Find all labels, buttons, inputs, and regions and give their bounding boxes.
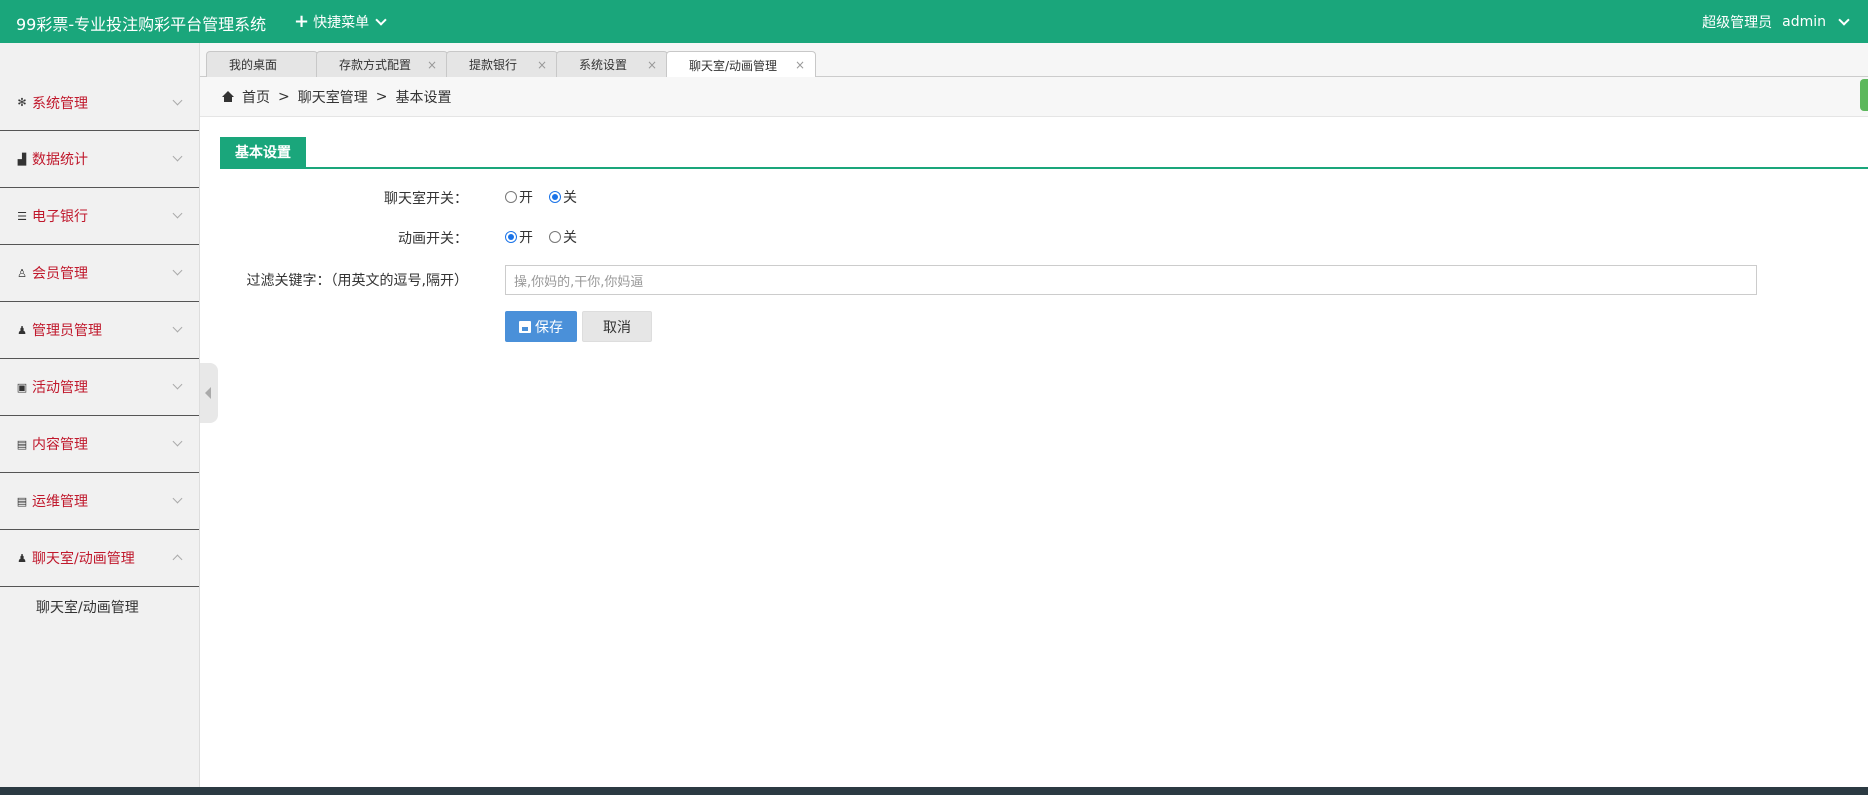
filter-keywords-input[interactable]	[505, 265, 1757, 295]
quick-menu-button[interactable]: + 快捷菜单	[294, 11, 387, 32]
radio-unchecked-icon	[505, 191, 517, 203]
close-icon[interactable]: ×	[427, 58, 437, 72]
quick-menu-label: 快捷菜单	[313, 15, 370, 31]
sidebar-item-label: 内容管理	[32, 437, 88, 453]
chevron-down-icon	[1838, 14, 1850, 26]
section-header: 基本设置	[220, 137, 1868, 169]
tab-chatroom[interactable]: 聊天室/动画管理 ×	[666, 51, 816, 78]
close-icon[interactable]: ×	[795, 58, 805, 72]
breadcrumb-separator: >	[375, 88, 388, 105]
sidebar-item-label: 数据统计	[32, 152, 88, 168]
sidebar-item-label: 电子银行	[32, 209, 88, 225]
gear-icon: ✻	[17, 96, 27, 109]
user-icon: ♟	[17, 323, 27, 337]
radio-label: 开	[519, 230, 533, 246]
sidebar-item-label: 聊天室/动画管理	[32, 551, 135, 567]
user-icon: ♟	[17, 551, 27, 565]
side-refresh-tab[interactable]	[1860, 79, 1868, 111]
tab-label: 存款方式配置	[339, 58, 412, 72]
document-icon: ▤	[16, 437, 28, 451]
chevron-down-icon	[172, 493, 183, 504]
list-icon: ☰	[17, 209, 27, 223]
save-icon	[519, 320, 531, 333]
sidebar: ✻ 系统管理 ▟ 数据统计 ☰ 电子银行 ♙ 会员管理 ♟ 管理员管理 ▣ 活动…	[0, 43, 200, 788]
breadcrumb-separator: >	[278, 88, 290, 105]
chevron-down-icon	[172, 95, 183, 106]
chevron-down-icon	[172, 151, 183, 162]
sidebar-item-statistics[interactable]: ▟ 数据统计	[0, 131, 199, 188]
sidebar-item-label: 会员管理	[32, 266, 88, 282]
sidebar-subitem-chatroom[interactable]: 聊天室/动画管理	[0, 587, 199, 627]
breadcrumb-level1[interactable]: 聊天室管理	[298, 87, 368, 107]
radio-label: 开	[519, 190, 533, 206]
sidebar-item-label: 系统管理	[32, 95, 88, 112]
chevron-down-icon	[172, 208, 183, 219]
chat-switch-label: 聊天室开关：	[384, 191, 468, 207]
tab-system-settings[interactable]: 系统设置 ×	[556, 51, 668, 77]
app-title: 99彩票-专业投注购彩平台管理系统	[16, 15, 267, 34]
sidebar-collapse-handle[interactable]	[200, 363, 218, 423]
plus-icon: +	[294, 11, 310, 32]
home-icon	[222, 91, 234, 102]
breadcrumb-level2: 基本设置	[395, 89, 452, 106]
chat-off-radio[interactable]: 关	[549, 187, 577, 207]
radio-checked-icon	[505, 231, 517, 243]
tab-label: 聊天室/动画管理	[689, 58, 778, 73]
close-icon[interactable]: ×	[537, 58, 547, 72]
breadcrumb-home[interactable]: 首页	[242, 87, 270, 107]
sidebar-item-ebank[interactable]: ☰ 电子银行	[0, 188, 199, 245]
os-taskbar	[0, 787, 1868, 795]
user-role: 超级管理员	[1702, 15, 1773, 31]
chevron-down-icon	[172, 265, 183, 276]
chevron-down-icon	[172, 436, 183, 447]
radio-checked-icon	[549, 191, 561, 203]
tab-label: 我的桌面	[229, 58, 278, 72]
sidebar-item-content[interactable]: ▤ 内容管理	[0, 416, 199, 473]
chat-on-radio[interactable]: 开	[505, 187, 533, 207]
bar-chart-icon: ▟	[17, 152, 27, 166]
filter-keywords-label: 过滤关键字：（用英文的逗号,隔开）	[246, 273, 468, 289]
sidebar-item-chatroom[interactable]: ♟ 聊天室/动画管理	[0, 530, 199, 587]
animation-on-radio[interactable]: 开	[505, 227, 533, 247]
sidebar-item-ops[interactable]: ▤ 运维管理	[0, 473, 199, 530]
tab-bar: 我的桌面 存款方式配置 × 提款银行 × 系统设置 × 聊天室/动画管理 ×	[200, 43, 1868, 78]
save-button[interactable]: 保存	[505, 311, 577, 342]
tab-label: 提款银行	[469, 58, 518, 72]
sidebar-item-label: 活动管理	[32, 380, 88, 396]
radio-label: 关	[563, 230, 577, 246]
gift-icon: ▣	[16, 380, 28, 394]
document-icon: ▤	[16, 494, 28, 508]
sidebar-item-admins[interactable]: ♟ 管理员管理	[0, 302, 199, 359]
chat-switch-group: 开 关	[505, 187, 577, 207]
tab-desktop[interactable]: 我的桌面	[206, 51, 318, 77]
close-icon[interactable]: ×	[647, 58, 657, 72]
chevron-down-icon	[172, 379, 183, 390]
sidebar-item-activities[interactable]: ▣ 活动管理	[0, 359, 199, 416]
sidebar-item-label: 管理员管理	[32, 323, 102, 339]
breadcrumb: 首页 > 聊天室管理 > 基本设置	[200, 77, 1868, 117]
user-icon: ♙	[17, 266, 27, 280]
user-menu[interactable]: 超级管理员 admin	[1702, 12, 1850, 32]
tab-deposit-config[interactable]: 存款方式配置 ×	[316, 51, 448, 77]
animation-switch-group: 开 关	[505, 227, 577, 247]
sidebar-item-members[interactable]: ♙ 会员管理	[0, 245, 199, 302]
tab-withdraw-bank[interactable]: 提款银行 ×	[446, 51, 558, 77]
sidebar-item-label: 运维管理	[32, 494, 88, 510]
tab-label: 系统设置	[579, 58, 628, 72]
radio-label: 关	[563, 190, 577, 206]
chevron-up-icon	[172, 554, 183, 565]
username: admin	[1782, 14, 1826, 30]
animation-off-radio[interactable]: 关	[549, 227, 577, 247]
cancel-button[interactable]: 取消	[582, 311, 652, 342]
top-header: 99彩票-专业投注购彩平台管理系统 + 快捷菜单 超级管理员 admin	[0, 0, 1868, 43]
animation-switch-label: 动画开关：	[398, 231, 468, 247]
radio-unchecked-icon	[549, 231, 561, 243]
section-title: 基本设置	[220, 137, 306, 167]
save-button-label: 保存	[535, 319, 563, 336]
chevron-down-icon	[375, 14, 387, 26]
chevron-down-icon	[172, 322, 183, 333]
sidebar-item-system[interactable]: ✻ 系统管理	[0, 75, 199, 131]
